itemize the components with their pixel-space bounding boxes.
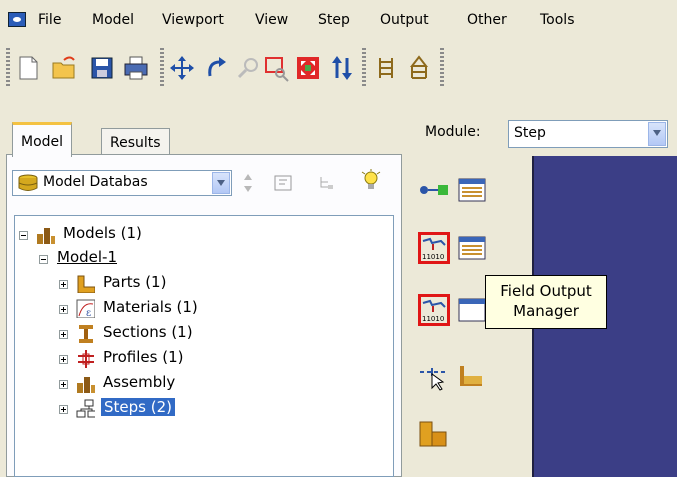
menu-output[interactable]: Output bbox=[380, 12, 429, 28]
tree-row-models[interactable]: Models (1) bbox=[15, 224, 385, 248]
database-icon bbox=[18, 174, 38, 191]
parts-icon bbox=[77, 275, 95, 293]
open-folder-icon[interactable] bbox=[50, 54, 78, 82]
tree-row-materials[interactable]: ε Materials (1) bbox=[15, 298, 385, 322]
model-database-value: Model Databas bbox=[43, 174, 148, 190]
menu-viewport[interactable]: Viewport bbox=[162, 12, 224, 28]
tab-model[interactable]: Model bbox=[12, 122, 73, 157]
tree-row-model-1[interactable]: Model-1 bbox=[15, 248, 385, 272]
print-icon[interactable] bbox=[122, 54, 150, 82]
field-output-create-icon[interactable]: 11010 bbox=[418, 232, 450, 264]
tree-row-profiles[interactable]: Profiles (1) bbox=[15, 348, 385, 372]
menu-tools[interactable]: Tools bbox=[540, 12, 575, 28]
menu-bar: File Model Viewport View Step Output Oth… bbox=[0, 0, 677, 42]
tree-row-parts[interactable]: Parts (1) bbox=[15, 273, 385, 297]
tree-label: Model-1 bbox=[57, 248, 117, 266]
menu-view[interactable]: View bbox=[255, 12, 288, 28]
tree-label: Materials (1) bbox=[103, 298, 198, 316]
assembly-icon bbox=[77, 377, 95, 393]
tile-vertical-icon[interactable] bbox=[405, 54, 433, 82]
tooltip-line: Field Output bbox=[500, 282, 592, 300]
sections-icon bbox=[79, 325, 93, 343]
expand-icon[interactable] bbox=[59, 280, 68, 289]
collapse-icon[interactable] bbox=[19, 231, 28, 240]
expand-icon[interactable] bbox=[59, 355, 68, 364]
tree-label: Sections (1) bbox=[103, 323, 193, 341]
new-file-icon[interactable] bbox=[14, 54, 42, 82]
toolbar-grip[interactable] bbox=[362, 48, 366, 88]
menu-file[interactable]: File bbox=[38, 12, 61, 28]
expand-icon[interactable] bbox=[59, 380, 68, 389]
tree-row-assembly[interactable]: Assembly bbox=[15, 373, 385, 397]
expand-tree-icon[interactable] bbox=[272, 173, 294, 193]
zoom-box-icon[interactable] bbox=[262, 54, 290, 82]
controls-icon[interactable] bbox=[456, 360, 488, 392]
models-icon bbox=[37, 228, 55, 244]
history-output-create-icon[interactable]: 11010 bbox=[418, 294, 450, 326]
menu-step[interactable]: Step bbox=[318, 12, 350, 28]
expand-icon[interactable] bbox=[59, 305, 68, 314]
move-arrows-icon[interactable] bbox=[168, 54, 196, 82]
model-database-select[interactable]: Model Databas bbox=[12, 170, 232, 196]
tree-label: Steps (2) bbox=[101, 398, 175, 416]
tooltip-line: Manager bbox=[513, 302, 579, 320]
expand-icon[interactable] bbox=[59, 405, 68, 414]
step-manager-icon[interactable] bbox=[456, 174, 488, 206]
rotate-icon[interactable] bbox=[202, 54, 230, 82]
chevron-down-icon[interactable] bbox=[212, 172, 230, 194]
toolbar-grip[interactable] bbox=[160, 48, 164, 88]
step-create-icon[interactable] bbox=[418, 174, 450, 206]
steps-icon bbox=[76, 399, 95, 418]
toolbar-grip[interactable] bbox=[6, 48, 10, 88]
history-output-manager-icon[interactable] bbox=[456, 294, 488, 326]
svg-text:11010: 11010 bbox=[422, 315, 444, 323]
menu-model[interactable]: Model bbox=[92, 12, 134, 28]
magnify-icon[interactable] bbox=[234, 54, 262, 82]
tree-label: Parts (1) bbox=[103, 273, 167, 291]
app-icon[interactable] bbox=[8, 12, 26, 27]
tree-label: Assembly bbox=[103, 373, 176, 391]
collapse-icon[interactable] bbox=[39, 255, 48, 264]
module-value: Step bbox=[514, 125, 546, 141]
hierarchy-icon[interactable] bbox=[316, 173, 340, 193]
profiles-icon bbox=[78, 350, 94, 368]
tree-row-steps[interactable]: Steps (2) bbox=[15, 398, 385, 422]
tree-label: Models (1) bbox=[63, 224, 142, 242]
save-icon[interactable] bbox=[88, 54, 116, 82]
chevron-down-icon[interactable] bbox=[648, 122, 666, 146]
solution-controls-icon[interactable] bbox=[418, 418, 450, 450]
menu-other[interactable]: Other bbox=[467, 12, 507, 28]
svg-text:ε: ε bbox=[86, 308, 91, 318]
materials-icon: ε bbox=[76, 299, 95, 318]
adaptive-mesh-icon[interactable] bbox=[418, 360, 450, 392]
tab-results[interactable]: Results bbox=[101, 128, 170, 157]
field-output-manager-tooltip: Field Output Manager bbox=[485, 275, 607, 329]
fit-view-icon[interactable] bbox=[294, 54, 322, 82]
module-label: Module: bbox=[425, 124, 481, 140]
expand-icon[interactable] bbox=[59, 330, 68, 339]
toolbar-grip[interactable] bbox=[440, 48, 444, 88]
tile-horizontal-icon[interactable] bbox=[372, 54, 400, 82]
toolbar bbox=[0, 42, 677, 112]
module-select[interactable]: Step bbox=[508, 120, 668, 148]
tree-label: Profiles (1) bbox=[103, 348, 184, 366]
tree-row-sections[interactable]: Sections (1) bbox=[15, 323, 385, 347]
svg-text:11010: 11010 bbox=[422, 253, 444, 261]
lightbulb-icon[interactable] bbox=[360, 169, 382, 195]
sort-icon[interactable] bbox=[328, 54, 356, 82]
up-down-arrows-icon[interactable] bbox=[238, 171, 258, 195]
field-output-manager-icon[interactable] bbox=[456, 232, 488, 264]
model-tree: Models (1) Model-1 Parts (1) ε Materials… bbox=[14, 215, 394, 477]
